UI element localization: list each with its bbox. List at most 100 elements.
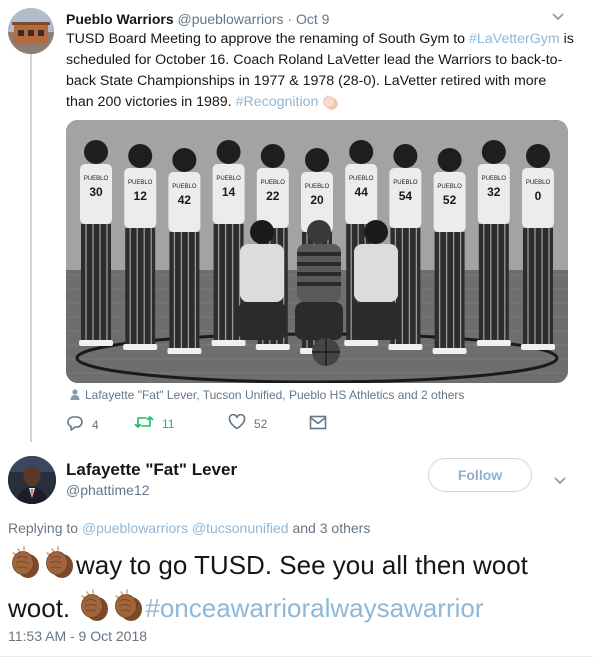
jersey-label: PUEBLO [349, 176, 374, 182]
player-head [305, 148, 329, 172]
clapping-hands-icon [8, 546, 42, 589]
player-shoe [521, 344, 555, 350]
player-head [172, 148, 197, 172]
reply-count: 4 [92, 417, 99, 432]
jersey-number: 14 [222, 185, 236, 199]
jersey-number: 44 [355, 185, 369, 199]
clapping-hands-icon [77, 589, 111, 632]
jersey-number: 42 [178, 193, 192, 207]
front-row-legs [295, 302, 343, 340]
jersey-label: PUEBLO [482, 176, 507, 182]
like-count: 52 [254, 416, 268, 431]
jersey-number: 22 [266, 189, 280, 203]
jersey-label: PUEBLO [261, 180, 286, 186]
jersey-label: PUEBLO [172, 184, 197, 190]
chevron-down-icon[interactable] [552, 10, 564, 24]
tweet-text-before: TUSD Board Meeting to approve the renami… [66, 31, 469, 47]
jersey-label: PUEBLO [128, 180, 153, 186]
jersey-label: PUEBLO [216, 176, 241, 182]
shirt-stripe [297, 272, 341, 276]
team-photo-image: PUEBLO 30 PUEBLO 12 PUEBLO 42 PUEBLO 14 PUEBLO 22… [66, 120, 568, 383]
front-row-legs [238, 302, 286, 340]
player-shoe [167, 348, 202, 354]
player-head [481, 140, 506, 164]
player-head [84, 140, 108, 164]
replying-prefix: Replying to [8, 520, 82, 536]
jersey-number: 20 [310, 193, 324, 207]
follow-button[interactable]: Follow [428, 458, 532, 492]
player-shoe [79, 340, 113, 346]
reply-button[interactable]: 4 [66, 414, 99, 435]
replying-to: Replying to @pueblowarriors @tucsonunifi… [8, 520, 370, 536]
player-head [128, 144, 153, 168]
player-shoe [476, 340, 511, 346]
jersey-number: 54 [399, 189, 413, 203]
tweet-timestamp[interactable]: 11:53 AM - 9 Oct 2018 [8, 628, 147, 644]
author-name[interactable]: Lafayette "Fat" Lever [66, 460, 237, 480]
parent-tweet: Pueblo Warriors @pueblowarriors · Oct 9 … [0, 0, 593, 442]
chevron-down-icon[interactable] [554, 474, 566, 488]
mention-link[interactable]: @pueblowarriors [82, 520, 188, 536]
player-shoe [344, 340, 379, 346]
jersey-number: 0 [535, 189, 542, 203]
player-shoe [255, 344, 290, 350]
jersey-label: PUEBLO [84, 176, 109, 182]
player-head [260, 144, 285, 168]
front-row-legs [352, 302, 400, 340]
player-head [437, 148, 462, 172]
team-photo[interactable]: PUEBLO 30 PUEBLO 12 PUEBLO 42 PUEBLO 14 PUEBLO 22… [66, 120, 568, 383]
player-shoe [388, 344, 423, 350]
shirt-stripe [297, 252, 341, 256]
player-head [216, 140, 241, 164]
divider [0, 656, 593, 657]
jersey-label: PUEBLO [305, 184, 330, 190]
direct-message-button[interactable] [309, 415, 335, 433]
front-row-head [307, 220, 331, 244]
author-name[interactable]: Pueblo Warriors [66, 11, 174, 27]
retweet-button[interactable]: 11 [134, 414, 174, 433]
person-icon [70, 389, 80, 403]
replying-suffix[interactable]: and 3 others [289, 520, 370, 536]
avatar[interactable] [8, 456, 56, 504]
mail-icon [309, 415, 335, 433]
hashtag-link[interactable]: #LaVetterGym [469, 31, 560, 47]
player-head [349, 140, 374, 164]
tweet-header: Pueblo Warriors @pueblowarriors · Oct 9 [66, 10, 329, 28]
clapping-hands-icon [322, 94, 340, 119]
avatar[interactable] [8, 8, 54, 54]
thread-line [30, 54, 32, 442]
hashtag-link[interactable]: #Recognition [236, 94, 319, 110]
front-row-shirt [240, 244, 284, 302]
author-handle[interactable]: @phattime12 [66, 482, 149, 498]
front-row-head [250, 220, 274, 244]
heart-icon [228, 413, 254, 433]
player-head [526, 144, 550, 168]
mention-link[interactable]: @tucsonunified [192, 520, 289, 536]
jersey-label: PUEBLO [526, 180, 551, 186]
reply-text: way to go TUSD. See you all then woot wo… [8, 546, 588, 632]
player-shoe [432, 348, 467, 354]
player-shoe [211, 340, 246, 346]
player-shoe [123, 344, 158, 350]
author-handle[interactable]: @pueblowarriors [178, 11, 284, 27]
photo-tags-text: Lafayette "Fat" Lever, Tucson Unified, P… [85, 388, 465, 402]
clapping-hands-icon [42, 546, 76, 589]
tweet-date[interactable]: Oct 9 [296, 11, 329, 27]
like-button[interactable]: 52 [228, 413, 268, 433]
jersey-label: PUEBLO [437, 184, 462, 190]
jersey-number: 12 [134, 189, 148, 203]
tweet-text: TUSD Board Meeting to approve the renami… [66, 29, 576, 119]
retweet-count: 11 [162, 416, 175, 431]
jersey-number: 32 [487, 185, 501, 199]
front-row-shirt [354, 244, 398, 302]
player-head [393, 144, 418, 168]
retweet-icon [134, 414, 162, 433]
photo-tags[interactable]: Lafayette "Fat" Lever, Tucson Unified, P… [70, 388, 464, 403]
jersey-number: 52 [443, 193, 457, 207]
reply-icon [66, 414, 92, 435]
jersey-number: 30 [89, 185, 103, 199]
clapping-hands-icon [111, 589, 145, 632]
front-row-head [364, 220, 388, 244]
shirt-stripe [297, 262, 341, 266]
hashtag-link[interactable]: #onceawarrioralwaysawarrior [145, 593, 483, 623]
